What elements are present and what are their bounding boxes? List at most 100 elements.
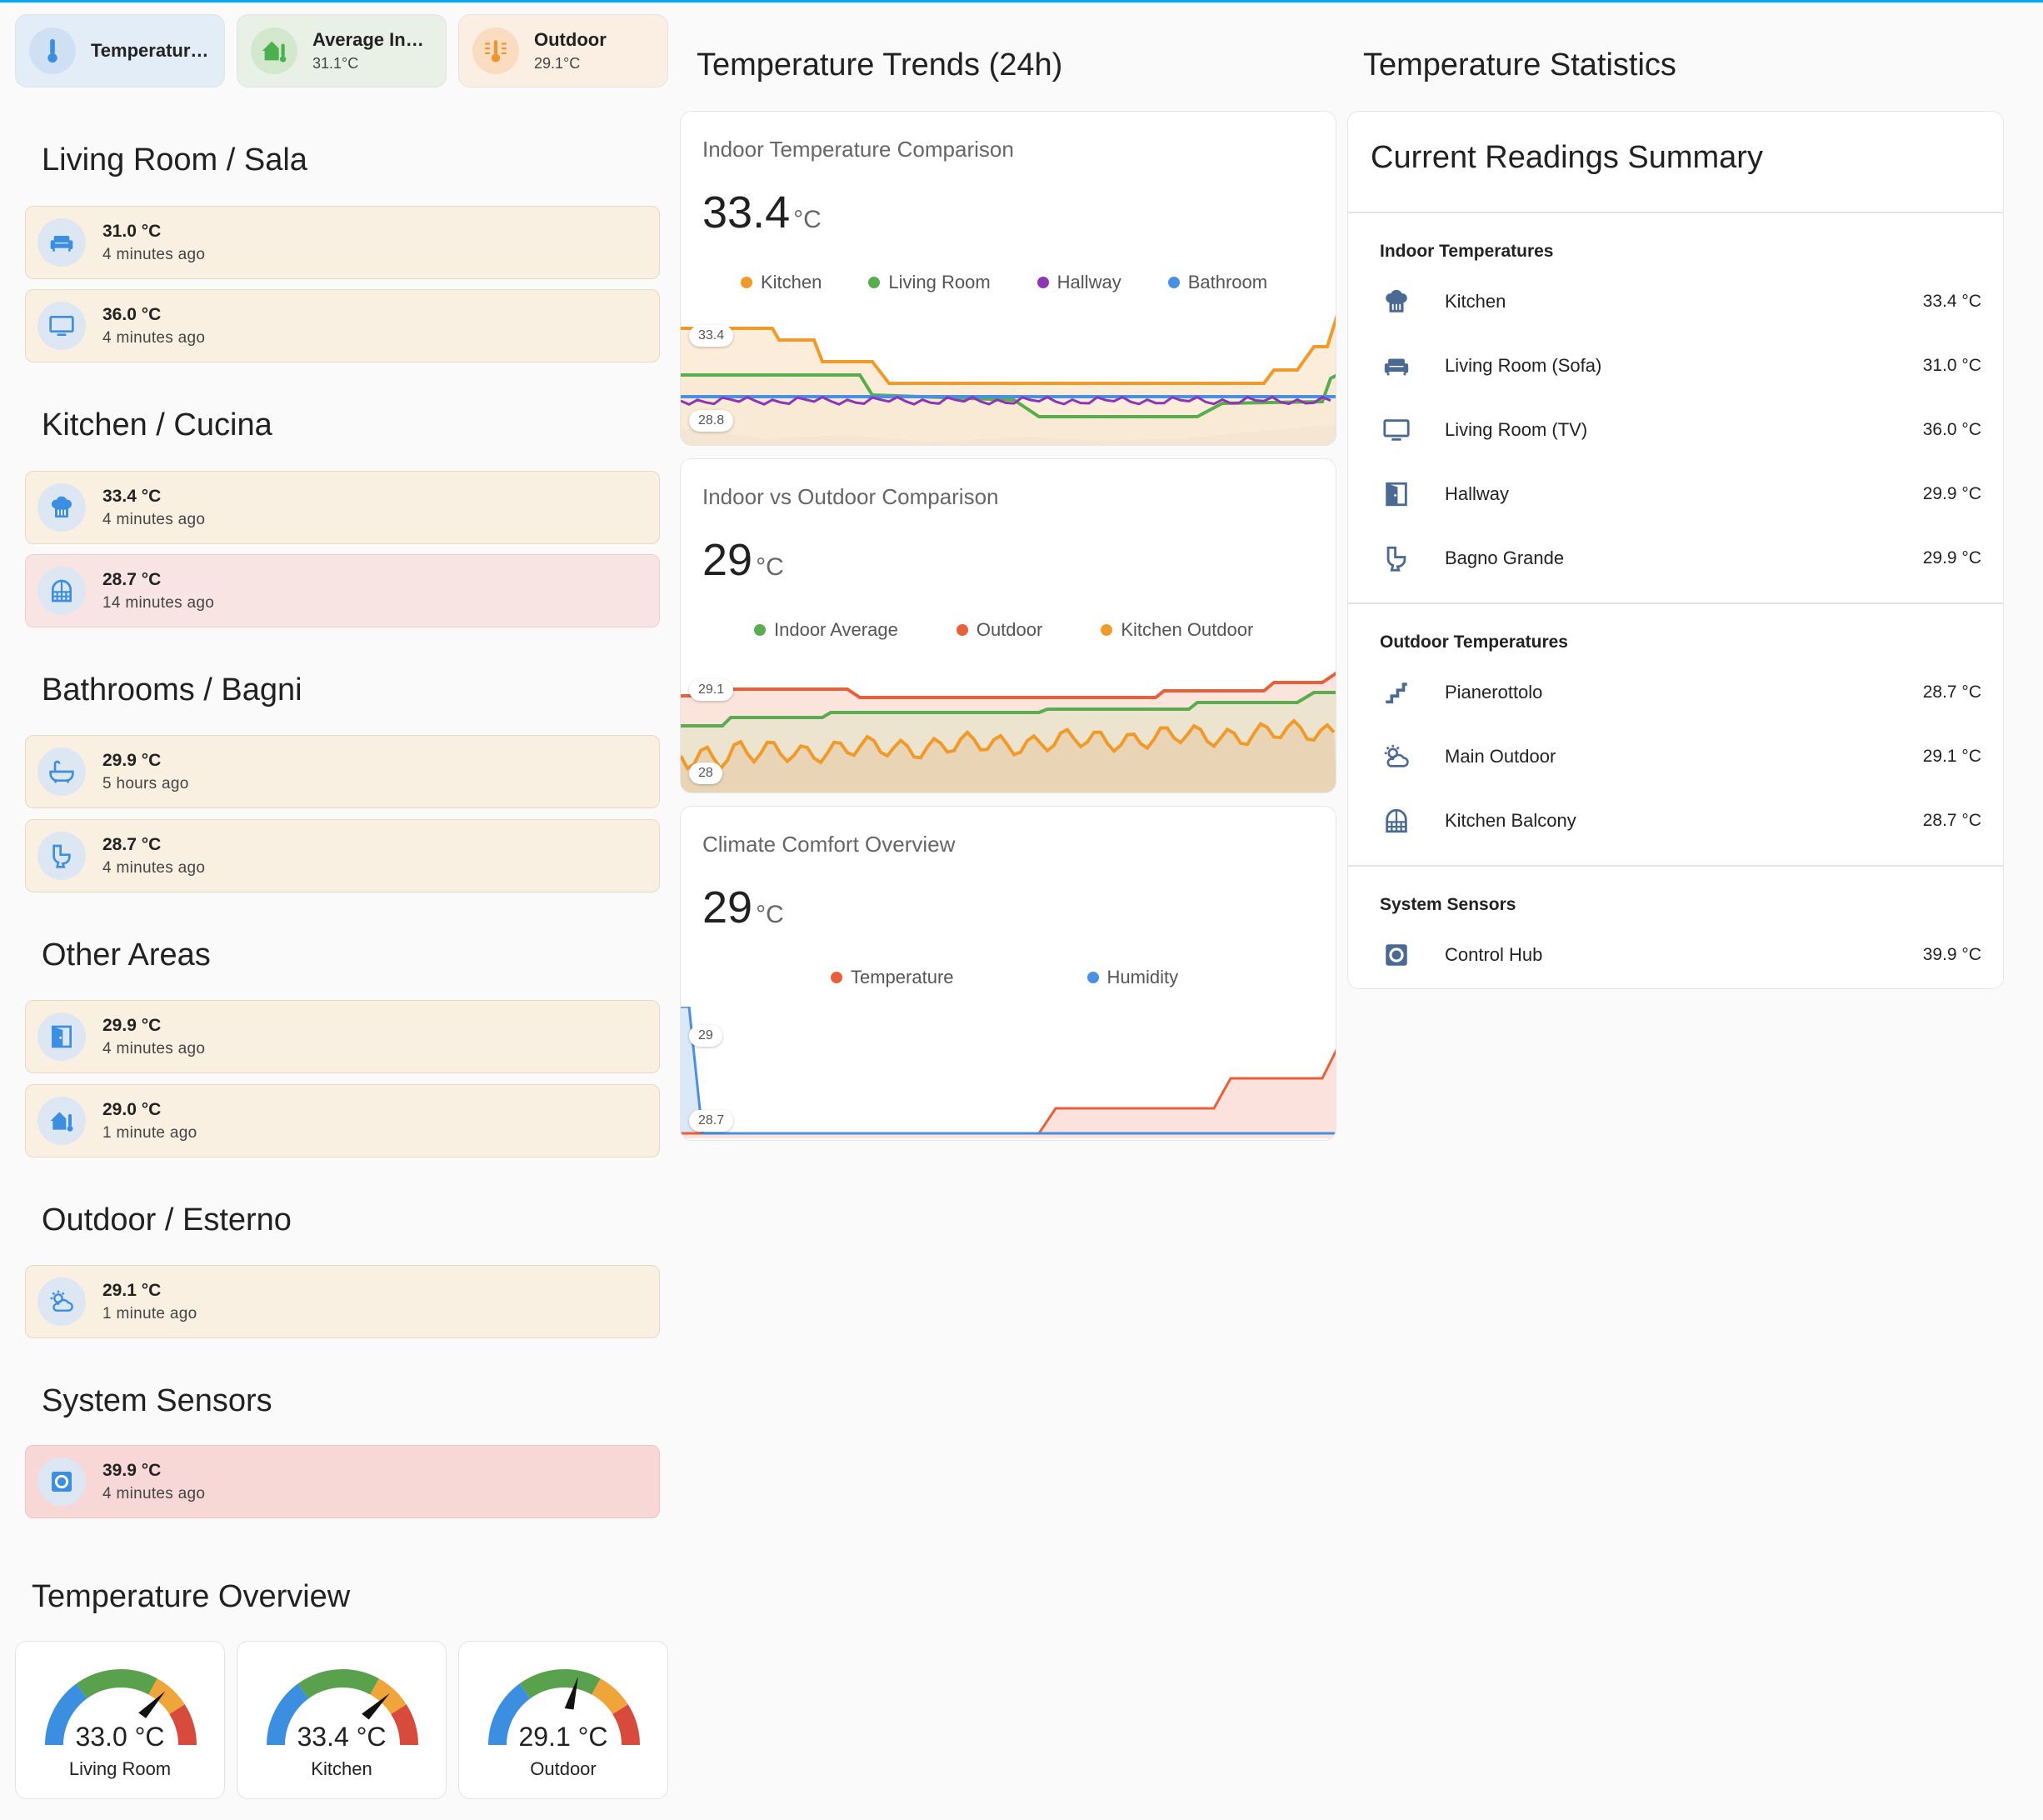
tile-hallway[interactable]: 29.9 °C 4 minutes ago (25, 1000, 660, 1073)
stats-row[interactable]: Living Room (TV) 36.0 °C (1348, 405, 2003, 455)
trends-title: Temperature Trends (24h) (697, 48, 1063, 82)
legend-dot (868, 277, 881, 288)
legend-item[interactable]: Hallway (1036, 272, 1121, 293)
tile-last-changed: 4 minutes ago (102, 1039, 206, 1058)
tile-last-changed: 4 minutes ago (102, 245, 206, 263)
gauge-value: 33.4 °C (297, 1722, 387, 1752)
stats-row-value: 33.4 °C (1922, 292, 1981, 311)
legend-label: Outdoor (976, 619, 1043, 640)
section-title-other-areas: Other Areas (42, 938, 211, 972)
stats-row-name: Living Room (Sofa) (1445, 355, 1602, 376)
legend-label: Kitchen Outdoor (1121, 619, 1254, 640)
tile-kitchen-balcony[interactable]: 28.7 °C 14 minutes ago (25, 554, 660, 628)
legend-item[interactable]: Kitchen (741, 272, 822, 293)
tile-home[interactable]: 29.0 °C 1 minute ago (25, 1084, 660, 1158)
chip-value: 29.1°C (534, 55, 581, 72)
legend-item[interactable]: Kitchen Outdoor (1101, 619, 1253, 641)
legend-label: Living Room (888, 272, 991, 292)
chart-card-climate-comfort[interactable]: Climate Comfort Overview 29 °C Temperatur… (680, 806, 1336, 1141)
legend-item[interactable]: Temperature (831, 967, 954, 988)
stats-row-value: 31.0 °C (1922, 356, 1981, 375)
section-title-system-sensors: System Sensors (42, 1383, 272, 1418)
stats-group-title: Indoor Temperatures (1380, 242, 1554, 261)
tile-control-hub[interactable]: 39.9 °C 4 minutes ago (25, 1445, 660, 1518)
gauge-outdoor[interactable]: 29.1 °C Outdoor (458, 1641, 668, 1799)
bathtub-icon (37, 748, 86, 796)
tile-last-changed: 1 minute ago (102, 1304, 197, 1322)
chip-outdoor[interactable]: Outdoor 29.1°C (458, 14, 668, 88)
stats-row-name: Hallway (1445, 483, 1510, 504)
stats-row[interactable]: Bagno Grande 29.9 °C (1348, 533, 2003, 583)
tile-last-changed: 5 hours ago (102, 774, 189, 792)
legend-item[interactable]: Living Room (868, 272, 991, 293)
chart-title: Climate Comfort Overview (702, 832, 956, 857)
door-icon (37, 1012, 86, 1061)
gauge-kitchen[interactable]: 33.4 °C Kitchen (237, 1641, 447, 1799)
tile-value: 29.9 °C (102, 750, 162, 770)
thermometer-icon (29, 28, 76, 74)
tile-last-changed: 4 minutes ago (102, 1484, 206, 1502)
stats-row-name: Kitchen (1445, 291, 1506, 312)
stats-row-value: 29.1 °C (1922, 747, 1981, 766)
tile-living-room-tv[interactable]: 36.0 °C 4 minutes ago (25, 289, 660, 362)
stats-row-name: Bagno Grande (1445, 548, 1565, 568)
tile-last-changed: 4 minutes ago (102, 510, 206, 528)
stats-row[interactable]: Control Hub 39.9 °C (1348, 930, 2003, 980)
stats-row[interactable]: Kitchen 33.4 °C (1348, 277, 2003, 327)
stats-row[interactable]: Pianerottolo 28.7 °C (1348, 668, 2003, 718)
tile-last-changed: 14 minutes ago (102, 593, 215, 612)
gauge-living-room[interactable]: 33.0 °C Living Room (15, 1641, 225, 1799)
chart-legend: Temperature Humidity (831, 967, 1178, 988)
chip-label: Temperature... (91, 40, 211, 61)
tile-bathroom[interactable]: 29.9 °C 5 hours ago (25, 735, 660, 808)
tile-living-room-sofa[interactable]: 31.0 °C 4 minutes ago (25, 206, 660, 279)
stats-group-title: System Sensors (1380, 895, 1516, 914)
stats-row[interactable]: Kitchen Balcony 28.7 °C (1348, 796, 2003, 846)
stats-row-name: Pianerottolo (1445, 682, 1543, 702)
chart-legend: Kitchen Living Room Hallway Bathroom (741, 272, 1267, 293)
gauge-label: Outdoor (530, 1758, 597, 1779)
stats-row-value: 29.9 °C (1922, 548, 1981, 568)
gauge-label: Kitchen (311, 1758, 372, 1779)
tile-kitchen[interactable]: 33.4 °C 4 minutes ago (25, 471, 660, 544)
legend-item[interactable]: Bathroom (1167, 272, 1268, 293)
legend-item[interactable]: Indoor Average (754, 619, 898, 641)
sun-thermometer-icon (472, 28, 519, 74)
hub-icon (37, 1458, 86, 1506)
chart-card-indoor-outdoor[interactable]: Indoor vs Outdoor Comparison 29 °C Indoor… (680, 458, 1336, 793)
stats-row[interactable]: Living Room (Sofa) 31.0 °C (1348, 341, 2003, 391)
chip-temperature[interactable]: Temperature... (15, 14, 225, 88)
tile-bagno-grande[interactable]: 28.7 °C 4 minutes ago (25, 819, 660, 892)
tile-value: 28.7 °C (102, 569, 162, 589)
hub-icon (1380, 938, 1413, 972)
chart-current-value: 29 °C (702, 535, 784, 585)
legend-label: Bathroom (1187, 272, 1268, 292)
legend-item[interactable]: Outdoor (956, 619, 1043, 641)
window-icon (37, 567, 86, 615)
tile-value: 29.0 °C (102, 1099, 162, 1119)
stats-row[interactable]: Hallway 29.9 °C (1348, 469, 2003, 519)
chart-plot (681, 1007, 1336, 1138)
chip-value: 31.1°C (312, 55, 359, 72)
stats-row[interactable]: Main Outdoor 29.1 °C (1348, 732, 2003, 782)
legend-item[interactable]: Humidity (1086, 967, 1178, 988)
tile-outdoor[interactable]: 29.1 °C 1 minute ago (25, 1265, 660, 1338)
stats-row-value: 39.9 °C (1922, 945, 1981, 964)
chart-current-value: 29 °C (702, 882, 784, 932)
divider (1348, 602, 2003, 604)
tile-value: 29.9 °C (102, 1015, 162, 1035)
gauge-label: Living Room (68, 1758, 172, 1779)
tile-value: 39.9 °C (102, 1460, 162, 1480)
legend-label: Hallway (1056, 272, 1121, 292)
tile-last-changed: 4 minutes ago (102, 858, 206, 877)
toilet-icon (37, 832, 86, 880)
stats-card: Current Readings Summary Indoor Temperat… (1347, 111, 2004, 989)
chip-average-indoor[interactable]: Average Indo... 31.1°C (237, 14, 447, 88)
legend-dot (831, 972, 842, 983)
tile-value: 33.4 °C (102, 486, 162, 506)
chart-card-indoor-comparison[interactable]: Indoor Temperature Comparison 33.4 °C Kit… (680, 111, 1336, 446)
stats-row-value: 28.7 °C (1922, 811, 1981, 830)
chart-min-badge: 28.7 (689, 1110, 734, 1132)
gauge-value: 29.1 °C (518, 1722, 608, 1752)
toilet-icon (1380, 542, 1413, 575)
